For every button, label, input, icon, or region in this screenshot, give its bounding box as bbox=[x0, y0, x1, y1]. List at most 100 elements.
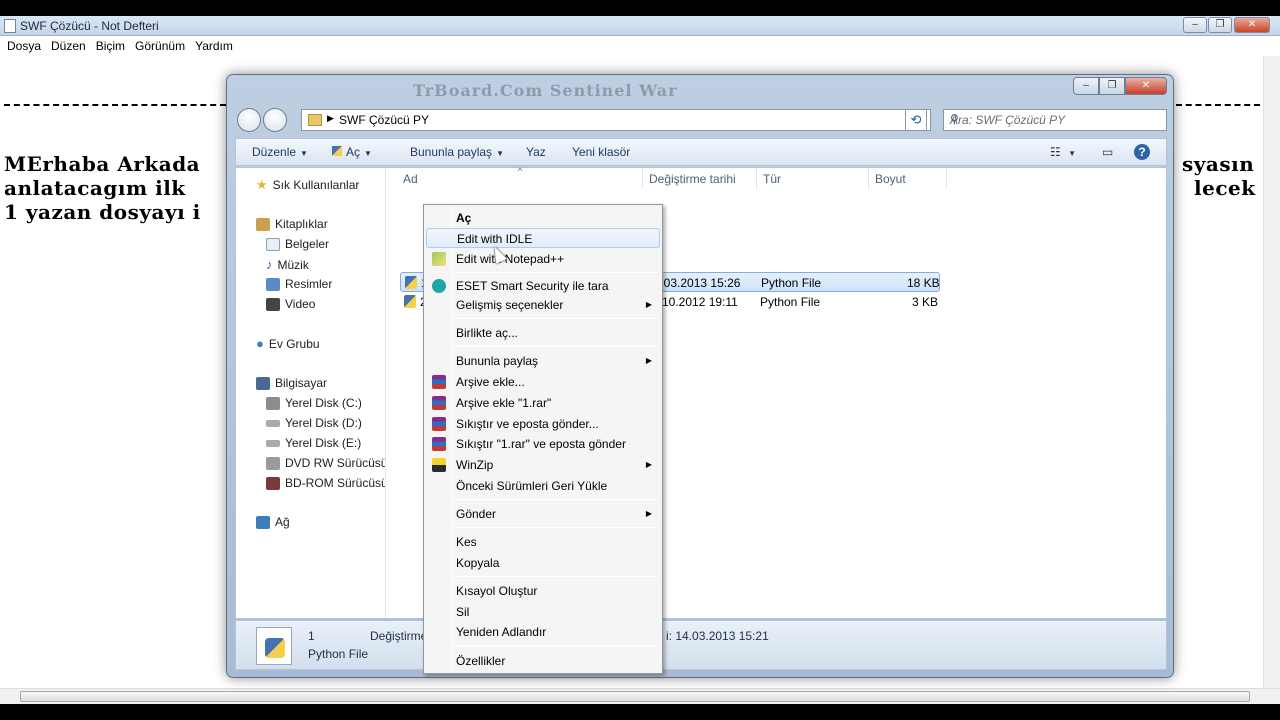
column-name[interactable]: Ad bbox=[403, 172, 418, 186]
nav-music[interactable]: ♪ Müzik bbox=[266, 257, 309, 272]
menu-item-create-shortcut[interactable]: Kısayol Oluştur bbox=[426, 581, 660, 601]
menu-item-open-with[interactable]: Birlikte aç... bbox=[426, 323, 660, 343]
menu-separator bbox=[454, 645, 658, 646]
column-size[interactable]: Boyut bbox=[875, 172, 906, 186]
burn-button[interactable]: Yaz bbox=[526, 145, 546, 159]
menu-separator bbox=[454, 527, 658, 528]
winrar-icon bbox=[432, 396, 446, 410]
nav-documents[interactable]: Belgeler bbox=[266, 237, 329, 251]
menu-separator bbox=[454, 576, 658, 577]
address-bar[interactable]: ▶ SWF Çözücü PY ▼ bbox=[301, 109, 931, 131]
python-file-large-icon bbox=[256, 627, 292, 665]
column-type[interactable]: Tür bbox=[763, 172, 781, 186]
nav-drive-d[interactable]: Yerel Disk (D:) bbox=[266, 416, 362, 430]
menu-item-delete[interactable]: Sil bbox=[426, 602, 660, 622]
music-icon: ♪ bbox=[266, 257, 273, 272]
maximize-button[interactable]: ❐ bbox=[1208, 17, 1232, 33]
menu-item-add-to-1rar[interactable]: Arşive ekle "1.rar" bbox=[426, 393, 660, 413]
search-input[interactable]: Ara: SWF Çözücü PY ⚲ bbox=[943, 109, 1167, 131]
notepad-menubar: Dosya Düzen Biçim Görünüm Yardım bbox=[0, 36, 1280, 56]
nav-libraries[interactable]: Kitaplıklar bbox=[256, 217, 328, 231]
help-icon[interactable]: ? bbox=[1134, 144, 1150, 160]
menu-item-copy[interactable]: Kopyala bbox=[426, 553, 660, 573]
column-divider[interactable] bbox=[642, 168, 643, 190]
share-button[interactable]: Bununla paylaş ▼ bbox=[410, 145, 504, 159]
view-options-icon[interactable]: ☷ ▼ bbox=[1050, 145, 1076, 159]
refresh-icon[interactable]: ⟲ bbox=[905, 109, 927, 131]
bd-drive-icon bbox=[266, 476, 280, 490]
nav-favorites[interactable]: ★ Sık Kullanılanlar bbox=[256, 177, 359, 193]
menu-item-advanced-options[interactable]: Gelişmiş seçenekler ▶ bbox=[426, 295, 660, 315]
nav-bd-drive[interactable]: BD-ROM Sürücüsü ( bbox=[266, 476, 385, 490]
eset-icon bbox=[432, 279, 446, 293]
notepad-icon bbox=[4, 19, 16, 33]
menu-separator bbox=[454, 346, 658, 347]
column-divider[interactable] bbox=[868, 168, 869, 190]
menu-dosya[interactable]: Dosya bbox=[2, 36, 46, 56]
network-icon bbox=[256, 515, 270, 529]
nav-dvd-drive[interactable]: DVD RW Sürücüsü (F bbox=[266, 456, 385, 470]
notepad-titlebar[interactable]: SWF Çözücü - Not Defteri – ❐ ✕ bbox=[0, 16, 1280, 36]
details-pane: 1 Python File Değiştirme i: 14.03.2013 1… bbox=[235, 620, 1167, 670]
menu-item-share-with[interactable]: Bununla paylaş ▶ bbox=[426, 351, 660, 371]
menu-yardim[interactable]: Yardım bbox=[190, 36, 238, 56]
nav-network[interactable]: Ağ bbox=[256, 515, 290, 529]
winrar-icon bbox=[432, 375, 446, 389]
drive-icon bbox=[266, 419, 280, 427]
winzip-icon bbox=[432, 458, 446, 472]
explorer-minimize-button[interactable]: – bbox=[1073, 77, 1099, 95]
column-divider[interactable] bbox=[756, 168, 757, 190]
menu-separator bbox=[454, 272, 658, 273]
nav-pictures[interactable]: Resimler bbox=[266, 277, 332, 291]
nav-computer[interactable]: Bilgisayar bbox=[256, 376, 327, 390]
search-icon[interactable]: ⚲ bbox=[950, 112, 1161, 126]
menu-item-open[interactable]: Aç bbox=[426, 208, 660, 228]
menu-duzen[interactable]: Düzen bbox=[46, 36, 91, 56]
menu-item-restore-previous-versions[interactable]: Önceki Sürümleri Geri Yükle bbox=[426, 476, 660, 496]
forward-button[interactable] bbox=[263, 108, 287, 132]
notepad-line-2: anlatacagım ilk bbox=[4, 176, 186, 200]
organize-button[interactable]: Düzenle ▼ bbox=[252, 145, 308, 159]
menu-gorunum[interactable]: Görünüm bbox=[130, 36, 190, 56]
menu-item-add-to-archive[interactable]: Arşive ekle... bbox=[426, 372, 660, 392]
menu-separator bbox=[454, 499, 658, 500]
nav-drive-c[interactable]: Yerel Disk (C:) bbox=[266, 396, 362, 410]
menu-item-send-to[interactable]: Gönder ▶ bbox=[426, 504, 660, 524]
explorer-navbar: ▶ SWF Çözücü PY ▼ ⟲ Ara: SWF Çözücü PY ⚲ bbox=[235, 107, 1167, 135]
nav-homegroup[interactable]: ● Ev Grubu bbox=[256, 336, 320, 351]
column-divider[interactable] bbox=[946, 168, 947, 190]
menu-item-compress-1rar-email[interactable]: Sıkıştır "1.rar" ve eposta gönder bbox=[426, 434, 660, 454]
menu-item-edit-idle[interactable]: Edit with IDLE bbox=[426, 228, 660, 248]
nav-drive-e[interactable]: Yerel Disk (E:) bbox=[266, 436, 361, 450]
menu-item-rename[interactable]: Yeniden Adlandır bbox=[426, 622, 660, 642]
documents-icon bbox=[266, 237, 280, 251]
explorer-close-button[interactable]: ✕ bbox=[1125, 77, 1167, 95]
back-button[interactable] bbox=[237, 108, 261, 132]
folder-icon bbox=[308, 114, 322, 126]
column-date[interactable]: Değiştirme tarihi bbox=[649, 172, 736, 186]
menu-separator bbox=[454, 318, 658, 319]
notepad-vertical-scrollbar[interactable] bbox=[1263, 56, 1280, 688]
menu-item-compress-email[interactable]: Sıkıştır ve eposta gönder... bbox=[426, 414, 660, 434]
breadcrumb-arrow-icon[interactable]: ▶ bbox=[327, 113, 334, 124]
menu-item-cut[interactable]: Kes bbox=[426, 532, 660, 552]
menu-item-edit-notepadpp[interactable]: Edit with Notepad++ bbox=[426, 249, 660, 269]
explorer-maximize-button[interactable]: ❐ bbox=[1099, 77, 1125, 95]
menu-item-winzip[interactable]: WinZip ▶ bbox=[426, 455, 660, 475]
open-button[interactable]: Aç ▼ bbox=[332, 145, 372, 159]
new-folder-button[interactable]: Yeni klasör bbox=[572, 145, 630, 159]
notepadpp-icon bbox=[432, 252, 446, 266]
column-headers: Ad ^ Değiştirme tarihi Tür Boyut bbox=[388, 166, 1168, 190]
nav-videos[interactable]: Video bbox=[266, 297, 315, 311]
preview-pane-icon[interactable]: ▭ bbox=[1102, 145, 1113, 159]
notepad-horizontal-scrollbar[interactable] bbox=[0, 688, 1280, 704]
minimize-button[interactable]: – bbox=[1183, 17, 1207, 33]
menu-item-properties[interactable]: Özellikler bbox=[426, 651, 660, 671]
menu-bicim[interactable]: Biçim bbox=[91, 36, 130, 56]
menu-item-eset-scan[interactable]: ESET Smart Security ile tara bbox=[426, 276, 660, 296]
python-file-icon bbox=[405, 276, 417, 289]
scrollbar-thumb[interactable] bbox=[20, 691, 1250, 702]
close-button[interactable]: ✕ bbox=[1234, 17, 1270, 33]
library-icon bbox=[256, 217, 270, 231]
file-type: Python File bbox=[761, 276, 822, 290]
